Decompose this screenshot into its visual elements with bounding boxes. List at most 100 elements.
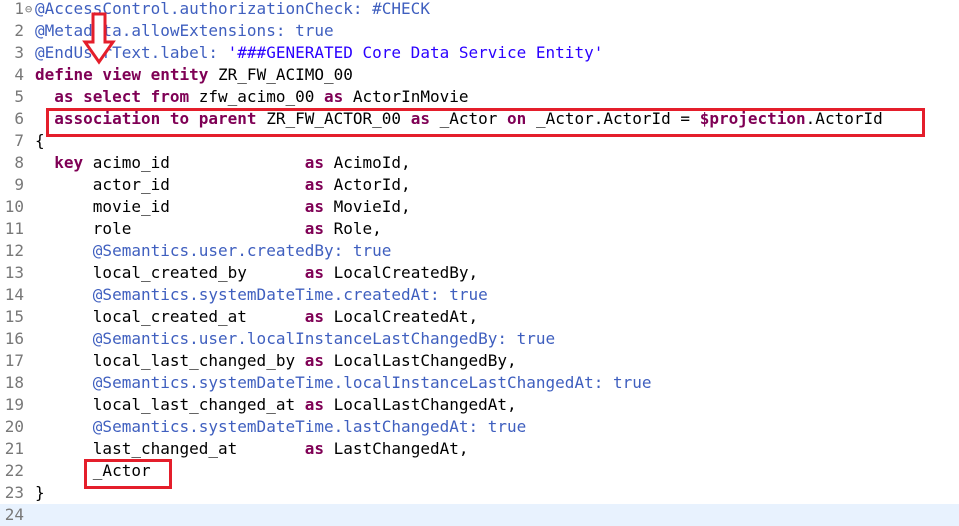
line-number: 22 <box>4 461 24 480</box>
code-line[interactable]: 11 role as Role, <box>0 218 959 240</box>
code-line[interactable]: 5 as select from zfw_acimo_00 as ActorIn… <box>0 86 959 108</box>
code-line[interactable]: 15 local_created_at as LocalCreatedAt, <box>0 306 959 328</box>
code-line[interactable]: 3 @EndUserText.label: '###GENERATED Core … <box>0 42 959 64</box>
code-line[interactable]: 13 local_created_by as LocalCreatedBy, <box>0 262 959 284</box>
code-token: define view entity <box>35 65 219 84</box>
code-token: as <box>304 395 334 414</box>
code-token: as <box>304 263 334 282</box>
code-line[interactable]: 19 local_last_changed_at as LocalLastCha… <box>0 394 959 416</box>
line-number: 20 <box>4 417 24 436</box>
code-token: LocalCreatedAt, <box>333 307 479 326</box>
code-line[interactable]: 4 define view entity ZR_FW_ACIMO_00 <box>0 64 959 86</box>
line-number: 4 <box>14 65 24 84</box>
line-number: 12 <box>4 241 24 260</box>
line-number: 18 <box>4 373 24 392</box>
code-token: @Metadata.allowExtensions: true <box>35 21 334 40</box>
code-token: local_last_changed_at <box>35 395 305 414</box>
code-token: LocalLastChangedAt, <box>333 395 517 414</box>
line-number: 17 <box>4 351 24 370</box>
code-token: @Semantics.systemDateTime.createdAt: tru… <box>92 285 488 304</box>
code-line[interactable]: 20 @Semantics.systemDateTime.lastChanged… <box>0 416 959 438</box>
code-line[interactable]: 10 movie_id as MovieId, <box>0 196 959 218</box>
code-line[interactable]: 16 @Semantics.user.localInstanceLastChan… <box>0 328 959 350</box>
code-text: } <box>35 482 45 504</box>
code-text: define view entity ZR_FW_ACIMO_00 <box>35 64 353 86</box>
code-editor[interactable]: 1 ⊖ @AccessControl.authorizationCheck: #CH… <box>0 0 959 526</box>
code-token: @Semantics.user.localInstanceLastChanged… <box>92 329 556 348</box>
line-number: 14 <box>4 285 24 304</box>
code-token: '###GENERATED Core Data Service Entity' <box>227 43 604 62</box>
code-token: MovieId, <box>333 197 411 216</box>
code-token: ActorId, <box>333 175 411 194</box>
line-number: 11 <box>4 219 24 238</box>
code-line[interactable]: 8 key acimo_id as AcimoId, <box>0 152 959 174</box>
line-number: 2 <box>14 21 24 40</box>
code-line[interactable]: 9 actor_id as ActorId, <box>0 174 959 196</box>
code-text: @Semantics.systemDateTime.createdAt: tru… <box>35 284 488 306</box>
code-text: @EndUserText.label: '###GENERATED Core D… <box>35 42 603 64</box>
code-token: as <box>304 439 334 458</box>
code-line[interactable]: 1 ⊖ @AccessControl.authorizationCheck: #CH… <box>0 0 959 20</box>
line-number: 10 <box>4 197 24 216</box>
code-text: local_created_at as LocalCreatedAt, <box>35 306 478 328</box>
code-token: as select from <box>54 87 199 106</box>
line-number: 19 <box>4 395 24 414</box>
line-number: 7 <box>14 131 24 150</box>
code-token: LocalCreatedBy, <box>333 263 479 282</box>
line-number: 24 <box>4 505 24 524</box>
line-number: 23 <box>4 483 24 502</box>
down-arrow-icon <box>82 12 116 65</box>
line-number: 8 <box>14 153 24 172</box>
code-token: @Semantics.systemDateTime.localInstanceL… <box>92 373 652 392</box>
code-token: local_created_by <box>35 263 305 282</box>
code-text: role as Role, <box>35 218 382 240</box>
code-line[interactable]: 14 @Semantics.systemDateTime.createdAt: … <box>0 284 959 306</box>
code-token: local_created_at <box>35 307 305 326</box>
line-number: 9 <box>14 175 24 194</box>
code-line[interactable]: 21 last_changed_at as LastChangedAt, <box>0 438 959 460</box>
code-text: last_changed_at as LastChangedAt, <box>35 438 469 460</box>
line-number: 16 <box>4 329 24 348</box>
code-text: movie_id as MovieId, <box>35 196 411 218</box>
code-token: key <box>54 153 93 172</box>
actor-field-highlight-box <box>84 459 172 489</box>
code-text: @Semantics.user.localInstanceLastChanged… <box>35 328 555 350</box>
code-token: actor_id <box>35 175 305 194</box>
line-number: 13 <box>4 263 24 282</box>
code-token: ActorInMovie <box>352 87 469 106</box>
code-line[interactable]: 12 @Semantics.user.createdBy: true <box>0 240 959 262</box>
code-token: movie_id <box>35 197 305 216</box>
code-line[interactable]: 18 @Semantics.systemDateTime.localInstan… <box>0 372 959 394</box>
collapse-icon[interactable]: ⊖ <box>25 0 34 20</box>
code-text: @Semantics.systemDateTime.localInstanceL… <box>35 372 652 394</box>
code-token: as <box>304 175 334 194</box>
code-text: as select from zfw_acimo_00 as ActorInMo… <box>35 86 469 108</box>
code-text: local_last_changed_by as LocalLastChange… <box>35 350 517 372</box>
line-number: 6 <box>14 109 24 128</box>
code-text: @Metadata.allowExtensions: true <box>35 20 334 42</box>
code-token: last_changed_at <box>35 439 305 458</box>
code-line[interactable]: 17 local_last_changed_by as LocalLastCha… <box>0 350 959 372</box>
code-token: as <box>304 219 334 238</box>
code-token: LastChangedAt, <box>333 439 469 458</box>
code-line[interactable]: 24 <box>0 504 959 526</box>
code-line[interactable]: 2 @Metadata.allowExtensions: true <box>0 20 959 42</box>
code-token: ZR_FW_ACIMO_00 <box>218 65 353 84</box>
code-text: { <box>35 130 45 152</box>
code-text: local_created_by as LocalCreatedBy, <box>35 262 478 284</box>
line-number: 21 <box>4 439 24 458</box>
code-token: as <box>304 197 334 216</box>
code-token: } <box>35 483 45 502</box>
code-token: @Semantics.systemDateTime.lastChangedAt:… <box>92 417 527 436</box>
code-text: actor_id as ActorId, <box>35 174 411 196</box>
code-token: as <box>304 351 334 370</box>
code-token: Role, <box>333 219 382 238</box>
line-number: 15 <box>4 307 24 326</box>
